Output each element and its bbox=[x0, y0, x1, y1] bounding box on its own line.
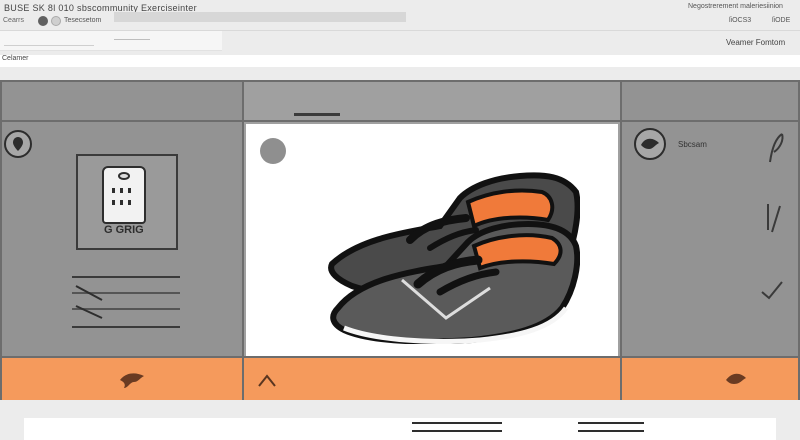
search-input-line[interactable] bbox=[4, 38, 94, 46]
status-rule bbox=[578, 422, 644, 424]
right-panel-header bbox=[622, 82, 798, 122]
status-panel bbox=[24, 418, 776, 440]
right-footer[interactable] bbox=[622, 356, 798, 400]
stitch bbox=[120, 200, 123, 205]
check-icon[interactable] bbox=[760, 278, 786, 304]
stitch bbox=[120, 188, 123, 193]
pin-icon[interactable] bbox=[4, 130, 32, 158]
center-panel bbox=[244, 80, 620, 400]
pin-icon bbox=[13, 137, 23, 151]
user-menu-button[interactable]: Veamer Fomtom bbox=[726, 38, 785, 47]
stitch bbox=[128, 188, 131, 193]
stitch bbox=[112, 188, 115, 193]
left-panel-header bbox=[2, 82, 242, 122]
status-rule bbox=[578, 430, 644, 432]
tag-hole bbox=[118, 172, 130, 180]
brand-label: Sbcsam bbox=[678, 140, 707, 149]
product-preview[interactable] bbox=[246, 124, 618, 356]
slash-marks bbox=[75, 285, 103, 319]
status-rule bbox=[412, 430, 502, 432]
stitch bbox=[112, 200, 115, 205]
left-panel: G GRIG bbox=[0, 80, 244, 400]
top-bar: BUSE SK 8l 010 sbscommunity Exerciseinte… bbox=[0, 0, 800, 58]
pen-icon[interactable] bbox=[762, 200, 786, 236]
stitch bbox=[128, 200, 131, 205]
filter-list[interactable] bbox=[72, 276, 180, 328]
fish-icon bbox=[726, 373, 746, 384]
status-dot bbox=[260, 138, 286, 164]
tag-icon bbox=[102, 166, 146, 224]
field-b-label: Tesecsetom bbox=[64, 17, 102, 24]
title-bar-placeholder bbox=[114, 12, 406, 22]
toggle-icon[interactable] bbox=[38, 16, 48, 26]
status-rule bbox=[412, 422, 502, 424]
header-rule bbox=[294, 113, 340, 116]
chevron-up-icon bbox=[258, 374, 276, 387]
feather-icon[interactable] bbox=[764, 132, 788, 166]
section-label: Celamer bbox=[2, 55, 29, 62]
main-area: G GRIG Sbcsam bbox=[0, 80, 800, 400]
size-tag-card[interactable]: G GRIG bbox=[76, 154, 178, 250]
right-panel: Sbcsam bbox=[620, 80, 800, 400]
bird-icon bbox=[120, 373, 144, 388]
top-tags: Negostrerement maleriesiinion bbox=[688, 3, 783, 10]
filter-input[interactable]: —————— bbox=[114, 37, 150, 43]
center-footer[interactable] bbox=[244, 356, 620, 400]
right-value-b: ſiODE bbox=[772, 17, 791, 24]
right-value-a: ſiOCS3 bbox=[729, 17, 752, 24]
field-a-label: Cearrs bbox=[3, 17, 25, 24]
toggle-icon[interactable] bbox=[51, 16, 61, 26]
section-header-bar bbox=[0, 55, 800, 67]
center-panel-header bbox=[244, 82, 620, 122]
left-footer[interactable] bbox=[2, 356, 242, 400]
tag-label: G GRIG bbox=[104, 224, 144, 236]
shoe-icon bbox=[328, 172, 580, 344]
bottom-bar bbox=[0, 402, 800, 440]
brand-icon[interactable] bbox=[634, 128, 666, 160]
brand-icon bbox=[641, 138, 659, 149]
